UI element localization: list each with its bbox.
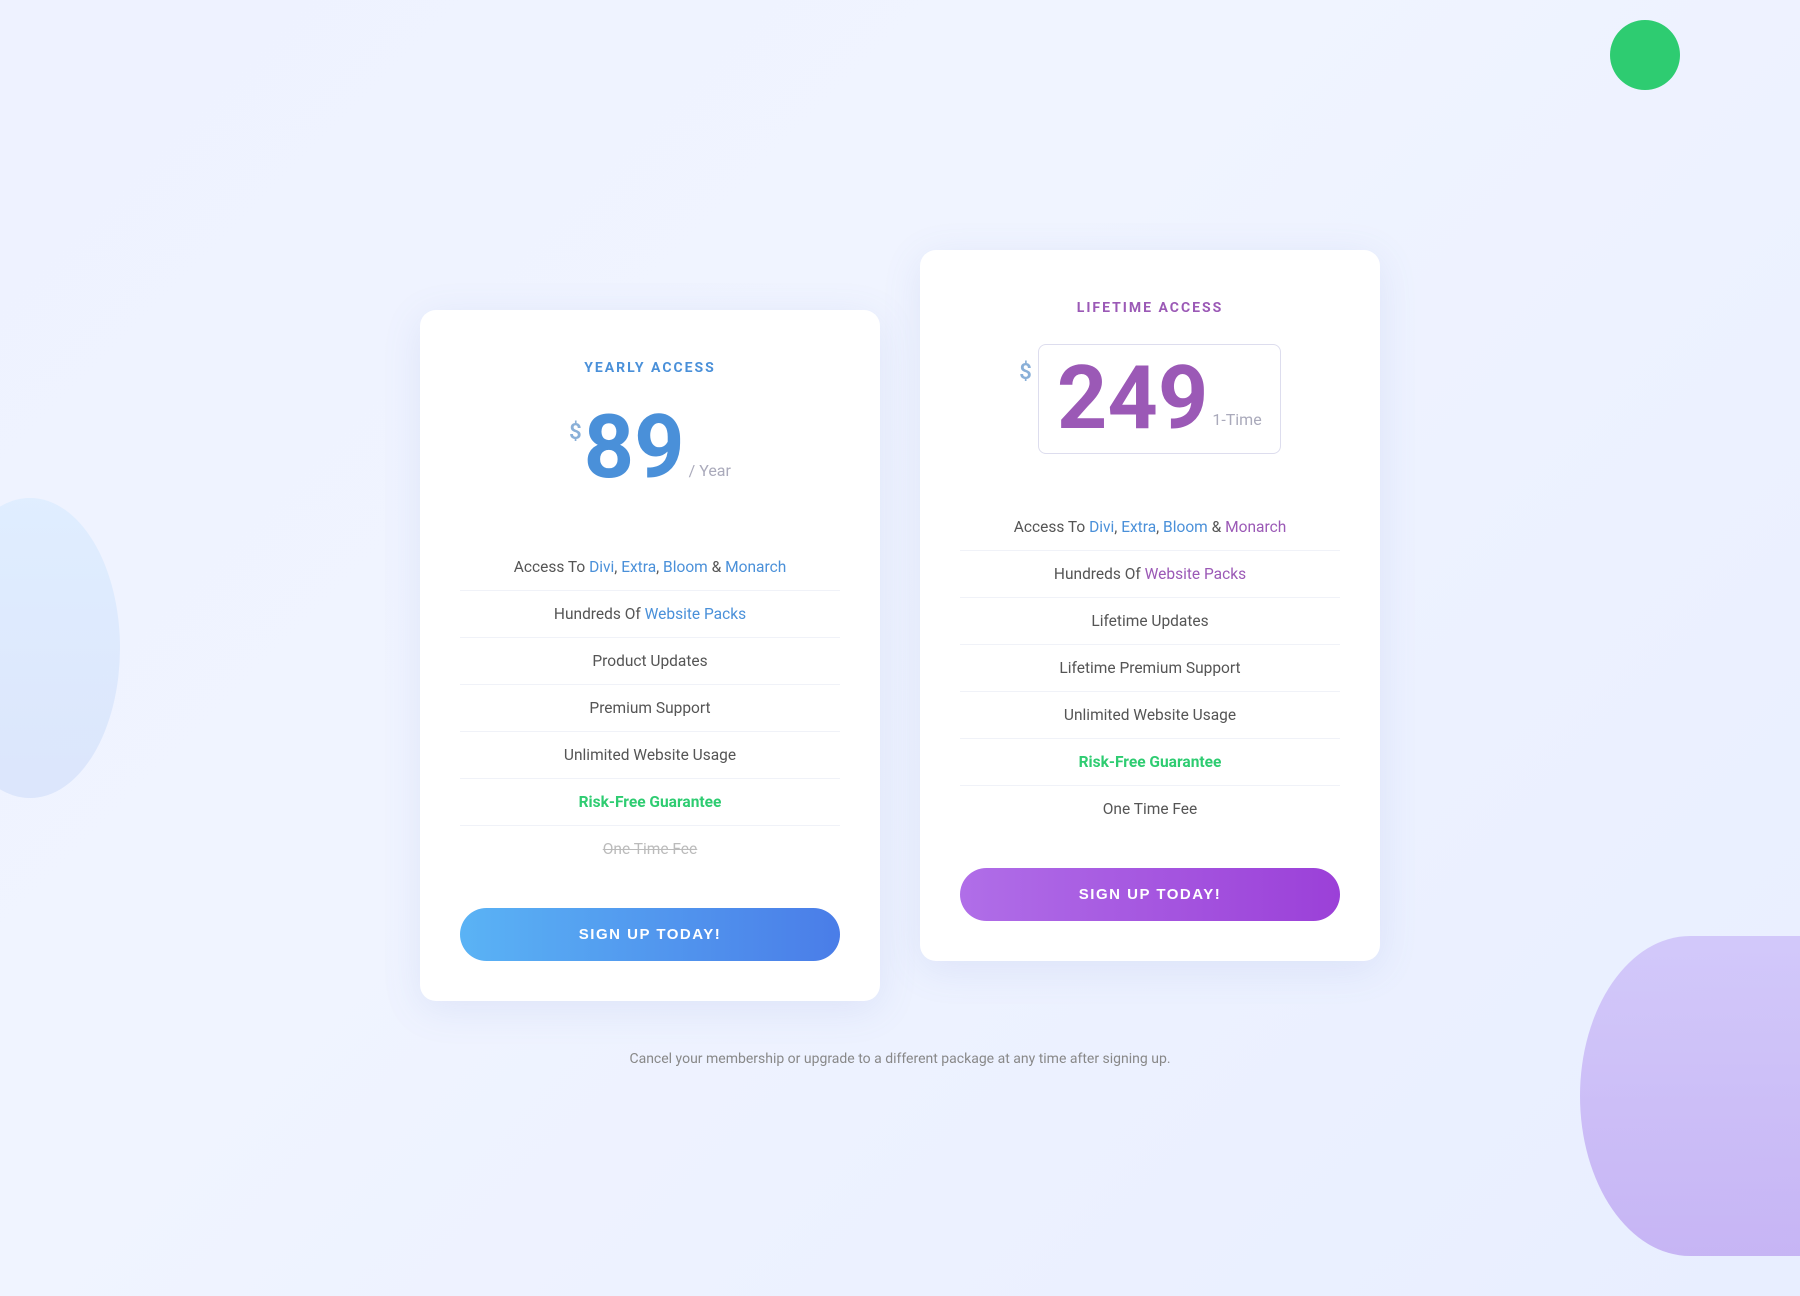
lifetime-price-container: $ 249 1-Time [960, 344, 1340, 454]
divi-link-lifetime[interactable]: Divi [1089, 518, 1114, 536]
yearly-signup-button[interactable]: SIGN UP TODAY! [460, 908, 840, 961]
lifetime-signup-button[interactable]: SIGN UP TODAY! [960, 868, 1340, 921]
access-text: Access To [514, 558, 589, 576]
bloom-link-yearly[interactable]: Bloom [663, 558, 708, 576]
yearly-dollar-sign: $ [569, 420, 582, 445]
decoration-left-blob [0, 498, 120, 798]
yearly-feature-guarantee: Risk-Free Guarantee [460, 779, 840, 826]
lifetime-feature-support: Lifetime Premium Support [960, 645, 1340, 692]
decoration-green-circle [1610, 20, 1680, 90]
one-time-fee-crossed: One Time Fee [603, 840, 698, 858]
risk-free-link-lifetime[interactable]: Risk-Free Guarantee [1079, 753, 1222, 771]
yearly-feature-updates: Product Updates [460, 638, 840, 685]
yearly-feature-one-time: One Time Fee [460, 826, 840, 872]
yearly-feature-support: Premium Support [460, 685, 840, 732]
decoration-purple-blob [1580, 936, 1800, 1256]
access-text-lifetime: Access To [1014, 518, 1089, 536]
yearly-feature-unlimited: Unlimited Website Usage [460, 732, 840, 779]
extra-link-yearly[interactable]: Extra [621, 558, 656, 576]
bloom-link-lifetime[interactable]: Bloom [1163, 518, 1208, 536]
risk-free-link-yearly[interactable]: Risk-Free Guarantee [579, 793, 722, 811]
footer-note: Cancel your membership or upgrade to a d… [629, 1051, 1170, 1087]
yearly-access-label: YEARLY ACCESS [460, 360, 840, 376]
website-packs-link-yearly[interactable]: Website Packs [645, 605, 746, 623]
yearly-feature-access: Access To Divi, Extra, Bloom & Monarch [460, 544, 840, 591]
yearly-pricing-card: YEARLY ACCESS $ 89 / Year Access To Divi… [420, 310, 880, 1001]
pricing-section: YEARLY ACCESS $ 89 / Year Access To Divi… [360, 210, 1440, 1041]
yearly-price-period: / Year [689, 461, 731, 480]
divi-link-yearly[interactable]: Divi [589, 558, 614, 576]
yearly-feature-website-packs: Hundreds Of Website Packs [460, 591, 840, 638]
monarch-link-yearly[interactable]: Monarch [725, 558, 786, 576]
yearly-features-list: Access To Divi, Extra, Bloom & Monarch H… [460, 544, 840, 872]
lifetime-feature-one-time: One Time Fee [960, 786, 1340, 832]
lifetime-pricing-card: LIFETIME ACCESS $ 249 1-Time Access To D… [920, 250, 1380, 961]
extra-link-lifetime[interactable]: Extra [1121, 518, 1156, 536]
yearly-price-container: $ 89 / Year [460, 404, 840, 494]
lifetime-feature-website-packs: Hundreds Of Website Packs [960, 551, 1340, 598]
lifetime-price-box: 249 1-Time [1038, 344, 1281, 454]
lifetime-price-amount: 249 [1057, 355, 1208, 443]
lifetime-feature-access: Access To Divi, Extra, Bloom & Monarch [960, 504, 1340, 551]
yearly-price-amount: 89 [584, 404, 685, 492]
lifetime-features-list: Access To Divi, Extra, Bloom & Monarch H… [960, 504, 1340, 832]
lifetime-feature-guarantee: Risk-Free Guarantee [960, 739, 1340, 786]
lifetime-feature-updates: Lifetime Updates [960, 598, 1340, 645]
lifetime-feature-unlimited: Unlimited Website Usage [960, 692, 1340, 739]
website-packs-link-lifetime[interactable]: Website Packs [1145, 565, 1246, 583]
monarch-link-lifetime[interactable]: Monarch [1225, 518, 1286, 536]
lifetime-access-label: LIFETIME ACCESS [960, 300, 1340, 316]
lifetime-dollar-sign: $ [1019, 360, 1032, 385]
lifetime-price-period: 1-Time [1212, 410, 1261, 429]
